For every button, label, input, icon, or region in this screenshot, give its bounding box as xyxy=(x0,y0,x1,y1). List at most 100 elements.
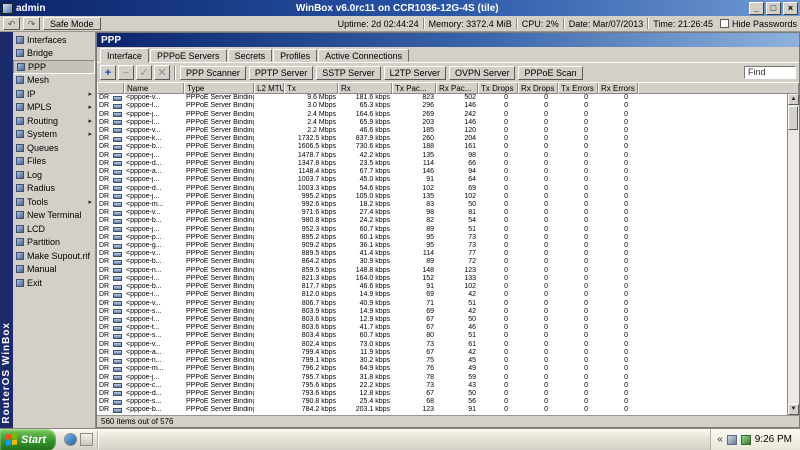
volume-icon[interactable] xyxy=(727,435,737,445)
ovpn-server-button[interactable]: OVPN Server xyxy=(449,66,516,80)
sidebar-item-mpls[interactable]: MPLS▸ xyxy=(13,101,95,115)
table-row[interactable]: DR<pppoe-c...PPPoE Server Binding795.6 k… xyxy=(97,382,787,390)
scroll-thumb[interactable] xyxy=(788,106,798,130)
find-input[interactable]: Find xyxy=(744,66,796,79)
table-row[interactable]: DR<pppoe-a...PPPoE Server Binding799.4 k… xyxy=(97,349,787,357)
sidebar-item-manual[interactable]: Manual xyxy=(13,263,95,277)
table-row[interactable]: DR<pppoe-m...PPPoE Server Binding796.2 k… xyxy=(97,365,787,373)
tab-pppoe-servers[interactable]: PPPoE Servers xyxy=(150,49,227,62)
maximize-button[interactable]: □ xyxy=(766,2,781,15)
table-row[interactable]: DR<pppoe-n...PPPoE Server Binding799.1 k… xyxy=(97,357,787,365)
column-header-tx-errors[interactable]: Tx Errors xyxy=(558,83,598,94)
column-header-flags[interactable] xyxy=(97,83,124,94)
table-row[interactable]: DR<pppoe-l...PPPoE Server Binding821.3 k… xyxy=(97,275,787,283)
table-row[interactable]: DR<pppoe-k...PPPoE Server Binding1732.5 … xyxy=(97,135,787,143)
tab-secrets[interactable]: Secrets xyxy=(228,49,273,62)
pptp-server-button[interactable]: PPTP Server xyxy=(249,66,313,80)
hide-passwords-checkbox[interactable]: Hide Passwords xyxy=(720,19,797,29)
table-row[interactable]: DR<pppoe-j...PPPoE Server Binding1478.7 … xyxy=(97,152,787,160)
undo-icon[interactable]: ↶ xyxy=(3,17,20,30)
scroll-track[interactable] xyxy=(788,105,799,404)
sstp-server-button[interactable]: SSTP Server xyxy=(316,66,380,80)
tab-active-connections[interactable]: Active Connections xyxy=(318,49,409,62)
table-row[interactable]: DR<pppoe-g...PPPoE Server Binding909.2 k… xyxy=(97,242,787,250)
sidebar-item-mesh[interactable]: Mesh xyxy=(13,74,95,88)
table-row[interactable]: DR<pppoe-j...PPPoE Server Binding2.4 Mbp… xyxy=(97,110,787,118)
table-row[interactable]: DR<pppoe-j...PPPoE Server Binding995.2 k… xyxy=(97,193,787,201)
column-header-rx-drops[interactable]: Rx Drops xyxy=(518,83,558,94)
sidebar-item-ppp[interactable]: PPP xyxy=(13,60,95,74)
table-row[interactable]: DR<pppoe-d...PPPoE Server Binding1003.3 … xyxy=(97,184,787,192)
table-row[interactable]: DR<pppoe-v...PPPoE Server Binding889.5 k… xyxy=(97,250,787,258)
table-row[interactable]: DR<pppoe-b...PPPoE Server Binding817.7 k… xyxy=(97,283,787,291)
sidebar-item-new-terminal[interactable]: New Terminal xyxy=(13,209,95,223)
table-row[interactable]: DR<pppoe-a...PPPoE Server Binding1148.4 … xyxy=(97,168,787,176)
table-row[interactable]: DR<pppoe-t...PPPoE Server Binding803.6 k… xyxy=(97,324,787,332)
sidebar-item-queues[interactable]: Queues xyxy=(13,141,95,155)
column-header-name[interactable]: Name xyxy=(124,83,184,94)
redo-icon[interactable]: ↷ xyxy=(23,17,40,30)
sidebar-item-partition[interactable]: Partition xyxy=(13,236,95,250)
sidebar-item-interfaces[interactable]: Interfaces xyxy=(13,33,95,47)
scroll-up-icon[interactable]: ▲ xyxy=(788,94,799,105)
minimize-button[interactable]: _ xyxy=(749,2,764,15)
column-header-tx[interactable]: Tx xyxy=(284,83,338,94)
table-row[interactable]: DR<pppoe-d...PPPoE Server Binding793.6 k… xyxy=(97,390,787,398)
column-header-rx[interactable]: Rx xyxy=(338,83,392,94)
enable-icon[interactable]: ✓ xyxy=(136,65,152,80)
sidebar-item-make-supout-rif[interactable]: Make Supout.rif xyxy=(13,249,95,263)
disable-icon[interactable]: ✕ xyxy=(154,65,170,80)
sidebar-item-lcd[interactable]: LCD xyxy=(13,222,95,236)
sidebar-item-ip[interactable]: IP▸ xyxy=(13,87,95,101)
table-row[interactable]: DR<pppoe-s...PPPoE Server Binding803.9 k… xyxy=(97,308,787,316)
column-header-tx-drops[interactable]: Tx Drops xyxy=(478,83,518,94)
table-row[interactable]: DR<pppoe-m...PPPoE Server Binding992.6 k… xyxy=(97,201,787,209)
sidebar-item-system[interactable]: System▸ xyxy=(13,128,95,142)
column-header-rx-pac[interactable]: Rx Pac... xyxy=(436,83,478,94)
safe-mode-button[interactable]: Safe Mode xyxy=(43,17,101,30)
column-header-rx-errors[interactable]: Rx Errors xyxy=(598,83,638,94)
vertical-scrollbar[interactable]: ▲ ▼ xyxy=(787,94,799,415)
table-row[interactable]: DR<pppoe-d...PPPoE Server Binding1347.8 … xyxy=(97,160,787,168)
ppp-window-titlebar[interactable]: PPP xyxy=(97,33,799,47)
table-row[interactable]: DR<pppoe-l...PPPoE Server Binding2.4 Mbp… xyxy=(97,119,787,127)
pppoe-scan-button[interactable]: PPPoE Scan xyxy=(518,66,582,80)
show-desktop-icon[interactable] xyxy=(80,433,93,446)
table-row[interactable]: DR<pppoe-l...PPPoE Server Binding803.6 k… xyxy=(97,316,787,324)
add-icon[interactable]: + xyxy=(100,65,116,80)
remove-icon[interactable]: − xyxy=(118,65,134,80)
browser-icon[interactable] xyxy=(64,433,77,446)
table-row[interactable]: DR<pppoe-j...PPPoE Server Binding952.3 k… xyxy=(97,226,787,234)
tab-interface[interactable]: Interface xyxy=(100,48,149,63)
table-row[interactable]: DR<pppoe-v...PPPoE Server Binding9.6 Mbp… xyxy=(97,94,787,102)
sidebar-item-log[interactable]: Log xyxy=(13,168,95,182)
ppp-scanner-button[interactable]: PPP Scanner xyxy=(180,66,246,80)
table-row[interactable]: DR<pppoe-b...PPPoE Server Binding980.8 k… xyxy=(97,217,787,225)
table-row[interactable]: DR<pppoe-n...PPPoE Server Binding859.5 k… xyxy=(97,267,787,275)
sidebar-item-files[interactable]: Files xyxy=(13,155,95,169)
checkbox-icon[interactable] xyxy=(720,19,729,28)
close-button[interactable]: × xyxy=(783,2,798,15)
column-header-l2-mtu[interactable]: L2 MTU xyxy=(254,83,284,94)
table-row[interactable]: DR<pppoe-b...PPPoE Server Binding784.2 k… xyxy=(97,406,787,414)
sidebar-item-routing[interactable]: Routing▸ xyxy=(13,114,95,128)
network-icon[interactable] xyxy=(741,435,751,445)
table-row[interactable]: DR<pppoe-v...PPPoE Server Binding2.2 Mbp… xyxy=(97,127,787,135)
table-row[interactable]: DR<pppoe-v...PPPoE Server Binding806.7 k… xyxy=(97,299,787,307)
sidebar-item-tools[interactable]: Tools▸ xyxy=(13,195,95,209)
table-row[interactable]: DR<pppoe-b...PPPoE Server Binding1606.5 … xyxy=(97,143,787,151)
sidebar-item-exit[interactable]: Exit xyxy=(13,276,95,290)
column-header-tx-pac[interactable]: Tx Pac... xyxy=(392,83,436,94)
scroll-down-icon[interactable]: ▼ xyxy=(788,404,799,415)
table-row[interactable]: DR<pppoe-j...PPPoE Server Binding795.7 k… xyxy=(97,373,787,381)
table-row[interactable]: DR<pppoe-i...PPPoE Server Binding812.0 k… xyxy=(97,291,787,299)
tray-chevron-icon[interactable]: « xyxy=(717,430,723,450)
table-row[interactable]: DR<pppoe-j...PPPoE Server Binding1003.7 … xyxy=(97,176,787,184)
start-button[interactable]: Start xyxy=(0,429,56,450)
column-header-type[interactable]: Type xyxy=(184,83,254,94)
l2tp-server-button[interactable]: L2TP Server xyxy=(384,66,446,80)
sidebar-item-bridge[interactable]: Bridge xyxy=(13,47,95,61)
table-row[interactable]: DR<pppoe-l...PPPoE Server Binding3.0 Mbp… xyxy=(97,102,787,110)
table-row[interactable]: DR<pppoe-s...PPPoE Server Binding790.8 k… xyxy=(97,398,787,406)
table-row[interactable]: DR<pppoe-v...PPPoE Server Binding802.4 k… xyxy=(97,341,787,349)
